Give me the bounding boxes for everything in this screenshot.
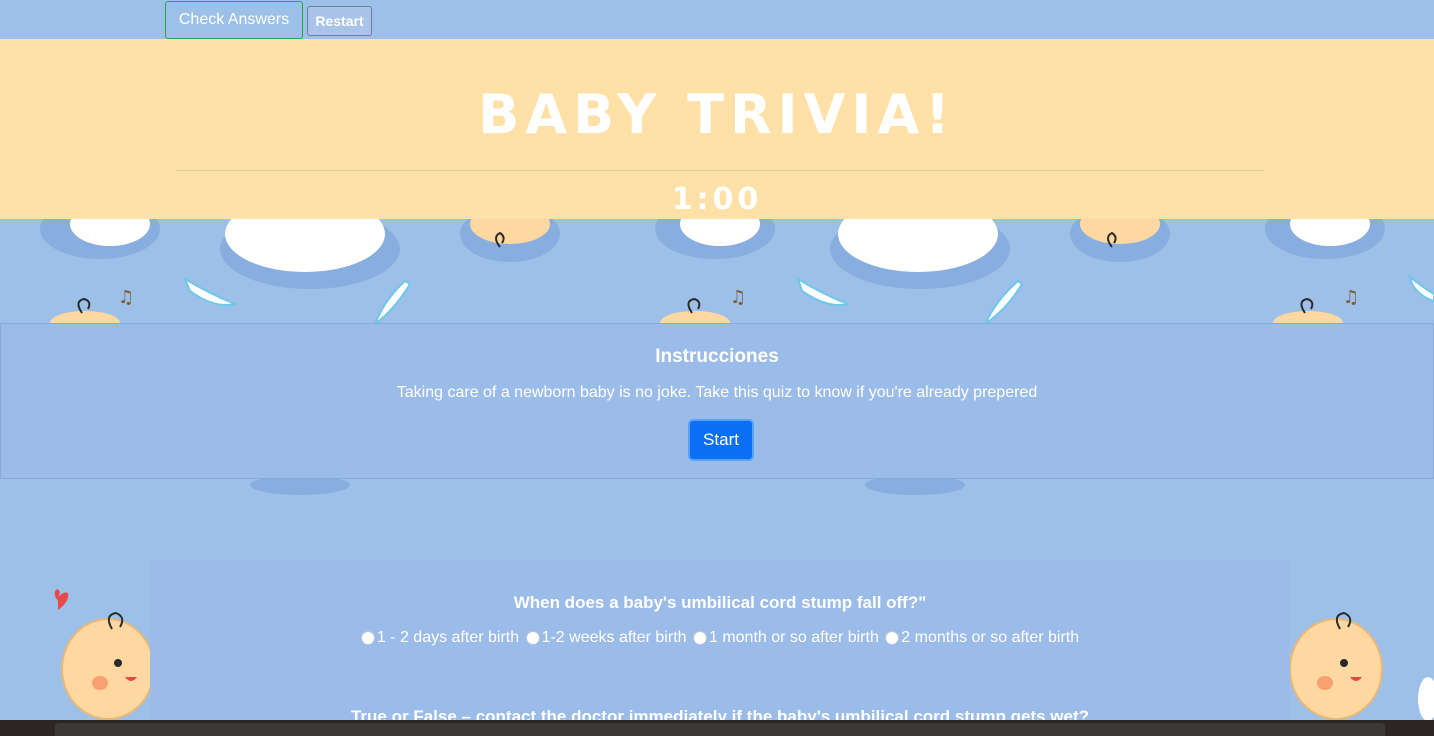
radio-button[interactable] [525, 631, 540, 645]
quiz-panel: When does a baby's umbilical cord stump … [150, 560, 1290, 736]
option-1-month[interactable]: 1 month or so after birth [692, 629, 879, 647]
option-label: 1 - 2 days after birth [376, 629, 520, 646]
radio-button[interactable] [885, 631, 900, 645]
radio-button[interactable] [360, 631, 375, 645]
option-label: 1 month or so after birth [708, 629, 879, 646]
os-dock-shelf [55, 723, 1385, 736]
svg-text:♫: ♫ [730, 287, 746, 308]
option-label: 2 months or so after birth [901, 629, 1080, 646]
page-title: BABY TRIVIA! [478, 83, 956, 146]
svg-text:♫: ♫ [1343, 287, 1359, 308]
countdown-timer: 1:00 [671, 182, 763, 217]
feather-decorations [182, 274, 1434, 327]
left-baby-illustration [54, 589, 155, 720]
instructions-title: Instrucciones [655, 346, 779, 367]
right-baby-illustration [1289, 611, 1434, 721]
svg-text:♫: ♫ [118, 287, 134, 308]
restart-button[interactable]: Restart [307, 6, 372, 36]
baby-pattern-top-row [40, 219, 1385, 289]
start-button[interactable]: Start [688, 419, 754, 461]
instructions-panel: Instrucciones Taking care of a newborn b… [0, 323, 1434, 479]
header-banner: BABY TRIVIA! 1:00 [0, 39, 1434, 219]
hair-curl-decorations [495, 231, 1117, 248]
top-navbar: Check Answers Restart [0, 0, 1434, 39]
option-1-2-days[interactable]: 1 - 2 days after birth [360, 629, 520, 647]
question-1-options: 1 - 2 days after birth 1-2 weeks after b… [150, 629, 1290, 650]
radio-button[interactable] [692, 631, 707, 645]
music-note-decorations: ♫ ♫ ♫ [118, 287, 1359, 308]
header-divider [175, 170, 1265, 171]
option-label: 1-2 weeks after birth [541, 629, 687, 646]
option-2-months[interactable]: 2 months or so after birth [885, 629, 1079, 647]
instructions-text: Taking care of a newborn baby is no joke… [396, 384, 1038, 401]
option-1-2-weeks[interactable]: 1-2 weeks after birth [525, 629, 687, 647]
check-answers-button[interactable]: Check Answers [165, 1, 303, 39]
question-1-text: When does a baby's umbilical cord stump … [513, 593, 927, 612]
